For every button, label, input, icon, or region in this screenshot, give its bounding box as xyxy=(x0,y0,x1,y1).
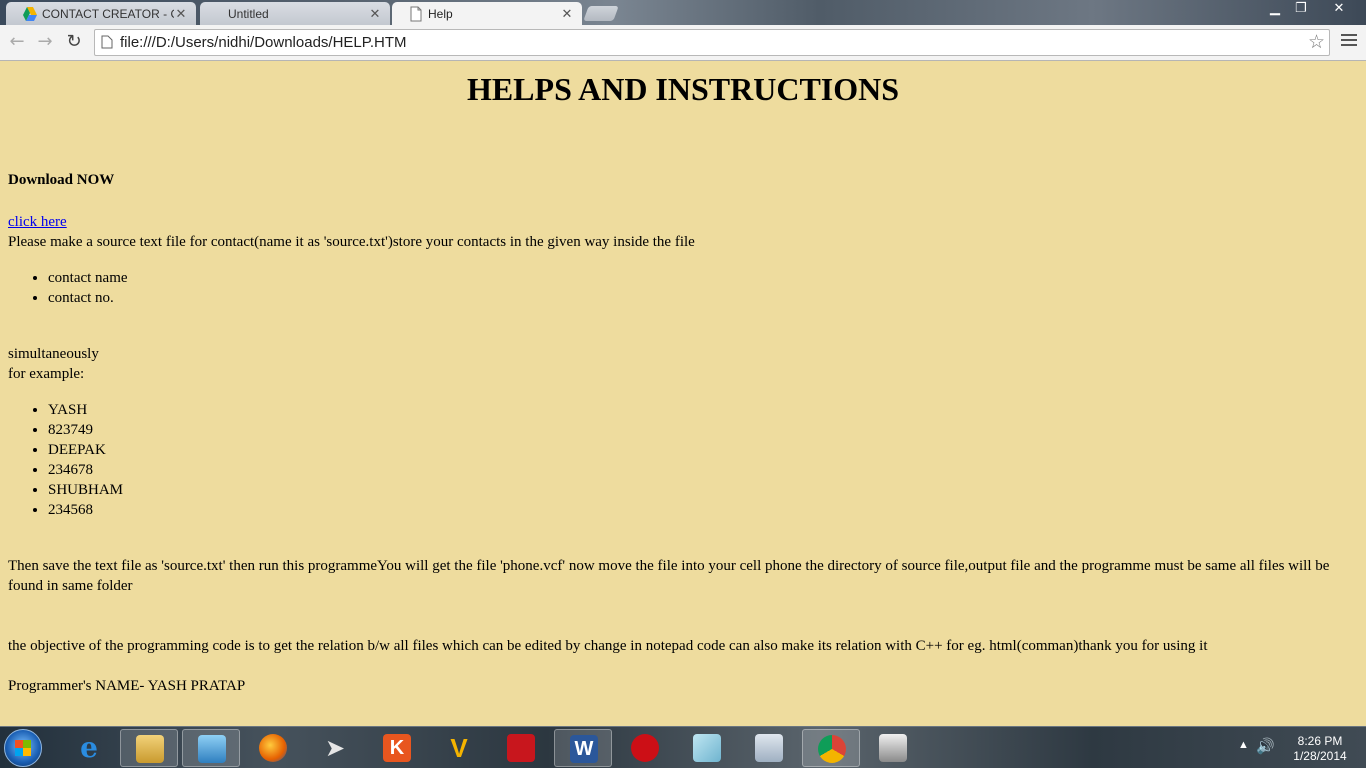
list-item: DEEPAK xyxy=(48,440,1358,460)
calculator-icon xyxy=(755,734,783,762)
list-item: YASH xyxy=(48,400,1358,420)
media-player-icon xyxy=(198,735,226,763)
example-list: YASH 823749 DEEPAK 234678 SHUBHAM 234568 xyxy=(8,400,1358,520)
bookmark-star-icon[interactable]: ☆ xyxy=(1308,31,1325,54)
example-label: for example: xyxy=(8,366,85,382)
show-hidden-icons-icon[interactable]: ▲ xyxy=(1238,739,1249,751)
notes-icon xyxy=(693,734,721,762)
address-bar[interactable]: file:///D:/Users/nidhi/Downloads/HELP.HT… xyxy=(94,29,1330,56)
clock-time: 8:26 PM xyxy=(1297,734,1343,748)
kingsoft-icon: K xyxy=(383,734,411,762)
restore-button[interactable]: ❐ xyxy=(1288,0,1314,18)
download-heading: Download NOW xyxy=(8,172,115,188)
vlc-icon: V xyxy=(450,733,468,763)
tab-contact-creator[interactable]: CONTACT CREATOR - Go ✕ xyxy=(6,2,196,25)
opera-icon xyxy=(631,734,659,762)
tab-untitled[interactable]: Untitled ✕ xyxy=(200,2,390,25)
taskbar-notes[interactable] xyxy=(678,729,736,767)
cat-app-icon xyxy=(879,734,907,762)
tab-title: Untitled xyxy=(228,6,269,21)
taskbar-opera[interactable] xyxy=(616,729,674,767)
chrome-menu-icon[interactable] xyxy=(1341,34,1357,49)
tab-title: CONTACT CREATOR - Go xyxy=(42,6,174,21)
send-icon: ➤ xyxy=(324,734,346,762)
taskbar-media[interactable] xyxy=(182,729,240,767)
taskbar-firefox[interactable] xyxy=(244,729,302,767)
list-item: SHUBHAM xyxy=(48,480,1358,500)
list-item: contact name xyxy=(48,268,1358,288)
browser-titlebar: CONTACT CREATOR - Go ✕ Untitled ✕ Help ✕… xyxy=(0,0,1366,25)
google-drive-icon xyxy=(23,6,37,21)
intro-text: Please make a source text file for conta… xyxy=(8,234,695,250)
minimize-button[interactable]: ▁ xyxy=(1262,0,1288,18)
page-title: HELPS AND INSTRUCTIONS xyxy=(466,71,900,107)
taskbar-chrome[interactable] xyxy=(802,729,860,767)
list-item: 234568 xyxy=(48,500,1358,520)
taskbar-send[interactable]: ➤ xyxy=(306,729,364,767)
word-icon: W xyxy=(570,735,598,763)
windows-taskbar: e ➤ K V W ▲ 🔊 8:26 PM 1/28/2014 xyxy=(0,726,1366,768)
start-button[interactable] xyxy=(4,729,42,767)
download-link[interactable]: click here xyxy=(8,214,67,230)
windows-explorer-icon xyxy=(136,735,164,763)
taskbar-acrobat[interactable] xyxy=(492,729,550,767)
format-list: contact name contact no. xyxy=(8,268,1358,308)
taskbar-kingsoft[interactable]: K xyxy=(368,729,426,767)
chrome-icon xyxy=(818,735,846,763)
objective-text: the objective of the programming code is… xyxy=(8,638,1208,654)
close-icon[interactable]: ✕ xyxy=(368,6,382,22)
internet-explorer-icon: e xyxy=(80,731,98,764)
acrobat-icon xyxy=(507,734,535,762)
list-item: 234678 xyxy=(48,460,1358,480)
new-tab-button[interactable] xyxy=(583,6,619,21)
clock-date: 1/28/2014 xyxy=(1293,749,1347,763)
close-icon[interactable]: ✕ xyxy=(560,6,574,22)
page-content: HELPS AND INSTRUCTIONS Download NOW clic… xyxy=(0,61,1366,726)
page-icon xyxy=(410,6,422,21)
simultaneously-text: simultaneously xyxy=(8,346,99,362)
tab-help[interactable]: Help ✕ xyxy=(392,2,582,25)
page-icon xyxy=(101,35,113,49)
programmer-credit: Programmer's NAME- YASH PRATAP xyxy=(8,678,246,694)
browser-toolbar: ← → ↻ file:///D:/Users/nidhi/Downloads/H… xyxy=(0,25,1366,61)
volume-icon[interactable]: 🔊 xyxy=(1256,737,1275,755)
taskbar-calculator[interactable] xyxy=(740,729,798,767)
close-icon[interactable]: ✕ xyxy=(174,6,188,22)
firefox-icon xyxy=(259,734,287,762)
list-item: 823749 xyxy=(48,420,1358,440)
taskbar-cat-app[interactable] xyxy=(864,729,922,767)
tab-title: Help xyxy=(428,6,453,21)
taskbar-word[interactable]: W xyxy=(554,729,612,767)
url-text[interactable]: file:///D:/Users/nidhi/Downloads/HELP.HT… xyxy=(120,34,407,51)
save-instructions: Then save the text file as 'source.txt' … xyxy=(8,558,1330,594)
forward-icon[interactable]: → xyxy=(34,31,56,53)
taskbar-explorer[interactable] xyxy=(120,729,178,767)
taskbar-clock[interactable]: 8:26 PM 1/28/2014 xyxy=(1280,734,1360,764)
taskbar-ie[interactable]: e xyxy=(60,729,118,767)
reload-icon[interactable]: ↻ xyxy=(63,31,85,53)
list-item: contact no. xyxy=(48,288,1358,308)
close-window-button[interactable]: ✕ xyxy=(1318,0,1360,18)
taskbar-vlc[interactable]: V xyxy=(430,729,488,767)
back-icon[interactable]: ← xyxy=(6,31,28,53)
windows-logo-icon xyxy=(15,740,31,756)
